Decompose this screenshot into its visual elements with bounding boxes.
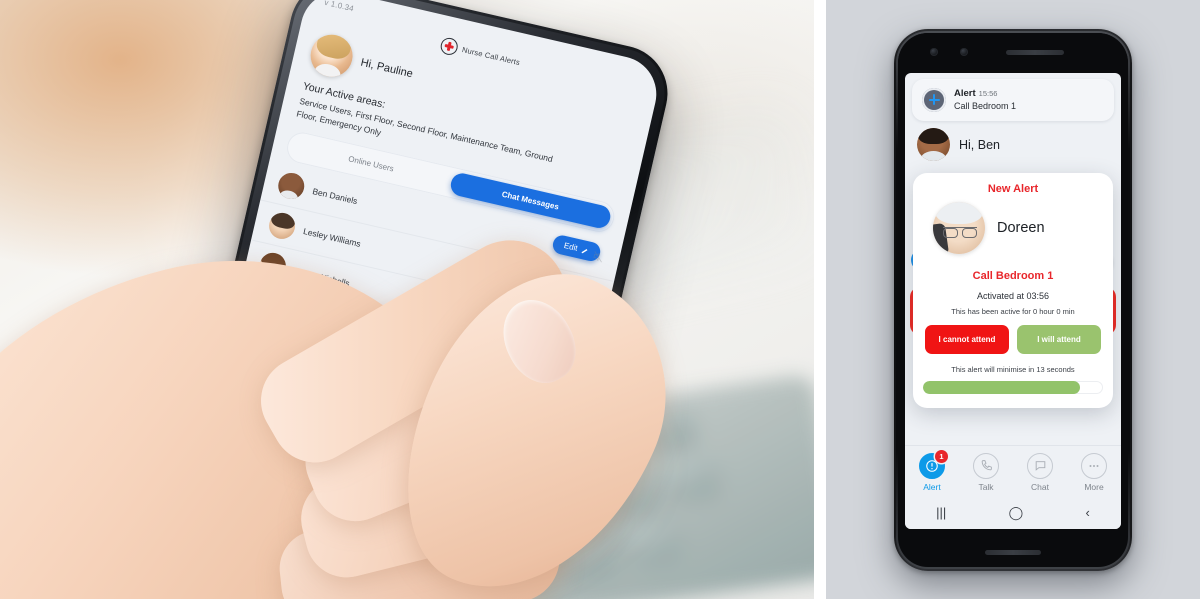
alert-notification-banner[interactable]: Alert 15:56 Call Bedroom 1	[912, 78, 1114, 122]
right-render-panel: Alert15:56 Call Bedroom 1 Hi, Ben Y S C	[826, 0, 1200, 599]
nav-label-chat: Chat	[1031, 481, 1049, 492]
call-location: Call Bedroom 1	[972, 270, 1054, 283]
glasses-icon	[943, 227, 977, 239]
alert-person: Doreen	[923, 195, 1103, 258]
avatar	[933, 202, 985, 255]
notification-message: Call Bedroom 1	[954, 101, 1017, 112]
alert-badge: 1	[935, 449, 948, 463]
right-phone-screen: Alert15:56 Call Bedroom 1 Hi, Ben Y S C	[905, 72, 1121, 529]
greeting-row: Hi, Ben	[905, 121, 1121, 165]
alert-icon: 1	[919, 449, 948, 479]
earpiece-speaker	[1006, 49, 1064, 55]
modal-title: New Alert	[987, 183, 1039, 196]
activated-time: Activated at 03:56	[976, 291, 1050, 302]
back-button[interactable]: ‹	[1085, 505, 1089, 520]
countdown-progress-fill	[923, 381, 1080, 395]
nav-label-talk: Talk	[978, 481, 994, 492]
minimise-countdown: This alert will minimise in 13 seconds	[951, 365, 1075, 375]
avatar	[306, 30, 357, 81]
android-system-nav: ||| ◯ ‹	[905, 497, 1121, 529]
notification-text: Alert 15:56 Call Bedroom 1	[954, 88, 1016, 113]
content-area: Y S C New Alert Doreen	[905, 165, 1121, 444]
recents-button[interactable]: |||	[936, 505, 946, 520]
nav-item-alert[interactable]: 1 Alert	[905, 449, 959, 492]
right-phone-device: Alert15:56 Call Bedroom 1 Hi, Ben Y S C	[894, 28, 1132, 571]
countdown-progress-bar	[923, 381, 1103, 395]
active-duration: This has been active for 0 hour 0 min	[951, 307, 1075, 317]
alert-plus-icon	[922, 87, 946, 112]
bottom-navigation: 1 Alert Talk Chat More	[905, 444, 1121, 498]
nav-item-more[interactable]: More	[1067, 452, 1121, 492]
notification-title-row: Alert 15:56	[954, 88, 1016, 101]
alert-action-buttons: I cannot attend I will attend	[923, 325, 1103, 355]
hand	[0, 120, 708, 599]
greeting-text: Hi, Ben	[959, 137, 1000, 152]
nav-label-more: More	[1084, 481, 1104, 492]
more-icon	[1081, 452, 1107, 479]
front-camera-icon	[930, 47, 938, 56]
nav-item-talk[interactable]: Talk	[959, 452, 1013, 492]
sensor-icon	[960, 47, 968, 56]
notification-title: Alert	[954, 87, 976, 99]
greeting-text: Hi, Pauline	[359, 56, 415, 81]
phone-icon	[973, 452, 999, 479]
panel-divider	[814, 0, 826, 599]
new-alert-modal: New Alert Doreen Call Bedroom 1 Activate…	[913, 173, 1113, 409]
bottom-speaker	[985, 549, 1041, 555]
chat-icon	[1027, 452, 1053, 479]
will-attend-button[interactable]: I will attend	[1017, 325, 1101, 355]
nav-item-chat[interactable]: Chat	[1013, 452, 1067, 492]
nav-label-alert: Alert	[923, 481, 941, 492]
screenshot-root: v 1.0.34 Nurse Call Alerts Hi, Pauline Y…	[0, 0, 1200, 599]
avatar	[917, 128, 950, 162]
person-name: Doreen	[997, 220, 1045, 237]
home-button[interactable]: ◯	[1009, 505, 1024, 521]
notification-time: 15:56	[978, 88, 998, 98]
cannot-attend-button[interactable]: I cannot attend	[925, 325, 1009, 355]
left-photo-panel: v 1.0.34 Nurse Call Alerts Hi, Pauline Y…	[0, 0, 814, 599]
